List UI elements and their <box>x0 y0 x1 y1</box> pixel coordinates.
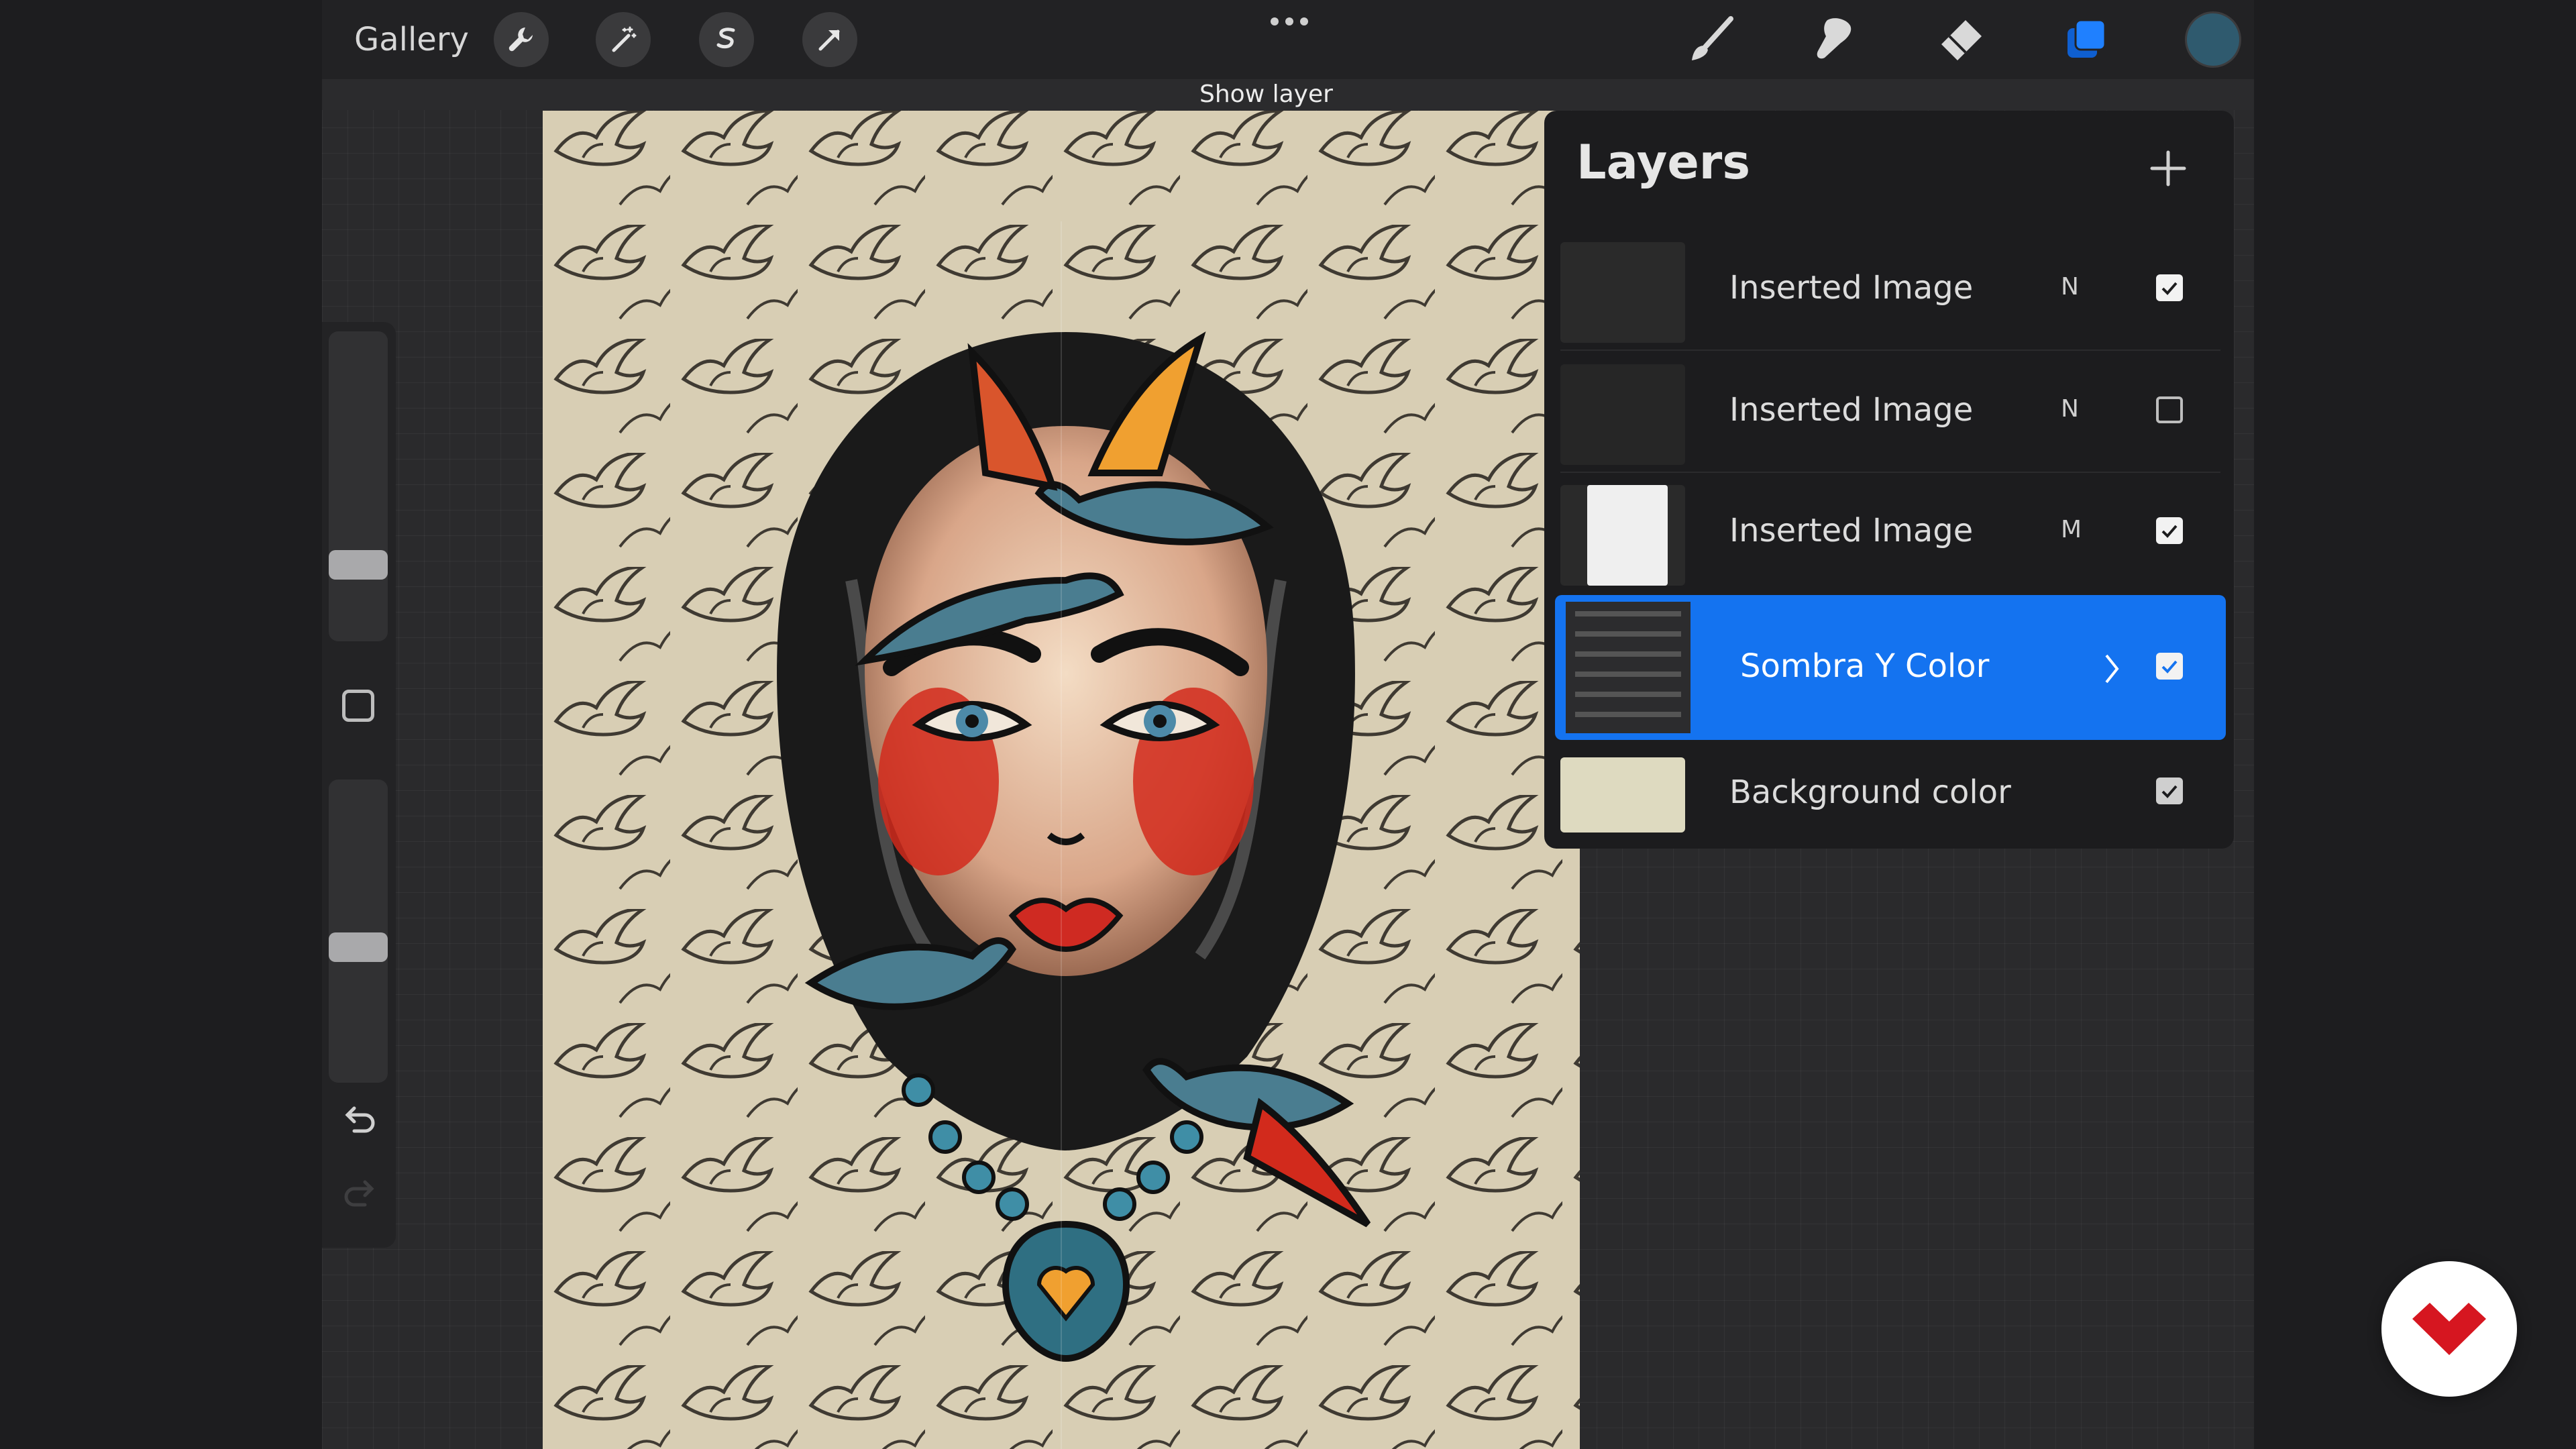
logo-icon <box>2412 1303 2486 1355</box>
layer-name: Sombra Y Color <box>1740 647 1990 685</box>
layer-name: Inserted Image <box>1729 512 1974 549</box>
procreate-app: Gallery Show layer Layers Inserted Image… <box>322 0 2254 1449</box>
transform-arrow-icon[interactable] <box>802 12 857 67</box>
gallery-button[interactable]: Gallery <box>354 16 469 63</box>
layer-row[interactable]: Background color <box>1544 751 2220 863</box>
opacity-handle[interactable] <box>329 932 388 962</box>
group-thumbnail <box>1566 602 1690 733</box>
layer-row-selected[interactable]: Sombra Y Color <box>1555 595 2226 740</box>
divider <box>1560 472 2220 473</box>
opacity-slider[interactable] <box>329 780 388 1083</box>
brush-size-handle[interactable] <box>329 550 388 580</box>
layer-row[interactable]: Inserted Image N <box>1544 358 2220 470</box>
brush-icon[interactable] <box>1684 13 1737 67</box>
color-swatch[interactable] <box>2187 13 2239 66</box>
brand-logo <box>2381 1261 2517 1397</box>
layer-visibility-checkbox[interactable] <box>2156 396 2183 423</box>
layer-thumbnail <box>1560 485 1685 586</box>
layer-thumbnail <box>1560 757 1685 833</box>
top-toolbar: Gallery <box>322 0 2254 79</box>
layer-name: Inserted Image <box>1729 391 1974 429</box>
layer-name: Background color <box>1729 773 2011 811</box>
tooltip-text: Show layer <box>1199 80 1333 108</box>
add-layer-icon[interactable] <box>2148 148 2188 189</box>
selection-icon[interactable] <box>699 12 754 67</box>
show-layer-tooltip: Show layer <box>322 79 2254 110</box>
drawing-canvas[interactable] <box>543 111 1580 1449</box>
layer-thumbnail <box>1560 242 1685 343</box>
blend-mode-button[interactable]: M <box>2061 516 2082 543</box>
divider <box>1560 350 2220 351</box>
undo-icon[interactable] <box>341 1100 378 1138</box>
layer-visibility-checkbox[interactable] <box>2156 777 2183 804</box>
layer-visibility-checkbox[interactable] <box>2156 274 2183 301</box>
smudge-icon[interactable] <box>1807 13 1861 67</box>
eraser-icon[interactable] <box>1935 13 1988 67</box>
layer-name: Inserted Image <box>1729 269 1974 307</box>
modify-button[interactable] <box>342 690 374 722</box>
blend-mode-button[interactable]: N <box>2061 273 2079 301</box>
layer-visibility-checkbox[interactable] <box>2156 517 2183 544</box>
left-sidebar <box>322 322 396 1248</box>
brush-size-slider[interactable] <box>329 331 388 641</box>
tattoo-artwork <box>543 111 1580 1449</box>
layer-row[interactable]: Inserted Image M <box>1544 478 2220 591</box>
layers-panel: Layers Inserted Image N Inserted Image N <box>1544 111 2234 849</box>
wrench-icon[interactable] <box>494 12 549 67</box>
blend-mode-button[interactable]: N <box>2061 395 2079 423</box>
layers-title: Layers <box>1576 135 1750 190</box>
layer-visibility-checkbox[interactable] <box>2156 653 2183 680</box>
layers-icon[interactable] <box>2059 13 2113 67</box>
chevron-right-icon[interactable] <box>2098 650 2125 688</box>
magic-wand-icon[interactable] <box>596 12 651 67</box>
more-options-icon[interactable] <box>1268 13 1311 30</box>
redo-icon[interactable] <box>341 1174 378 1212</box>
layer-row[interactable]: Inserted Image N <box>1544 235 2220 348</box>
layer-thumbnail <box>1560 364 1685 465</box>
